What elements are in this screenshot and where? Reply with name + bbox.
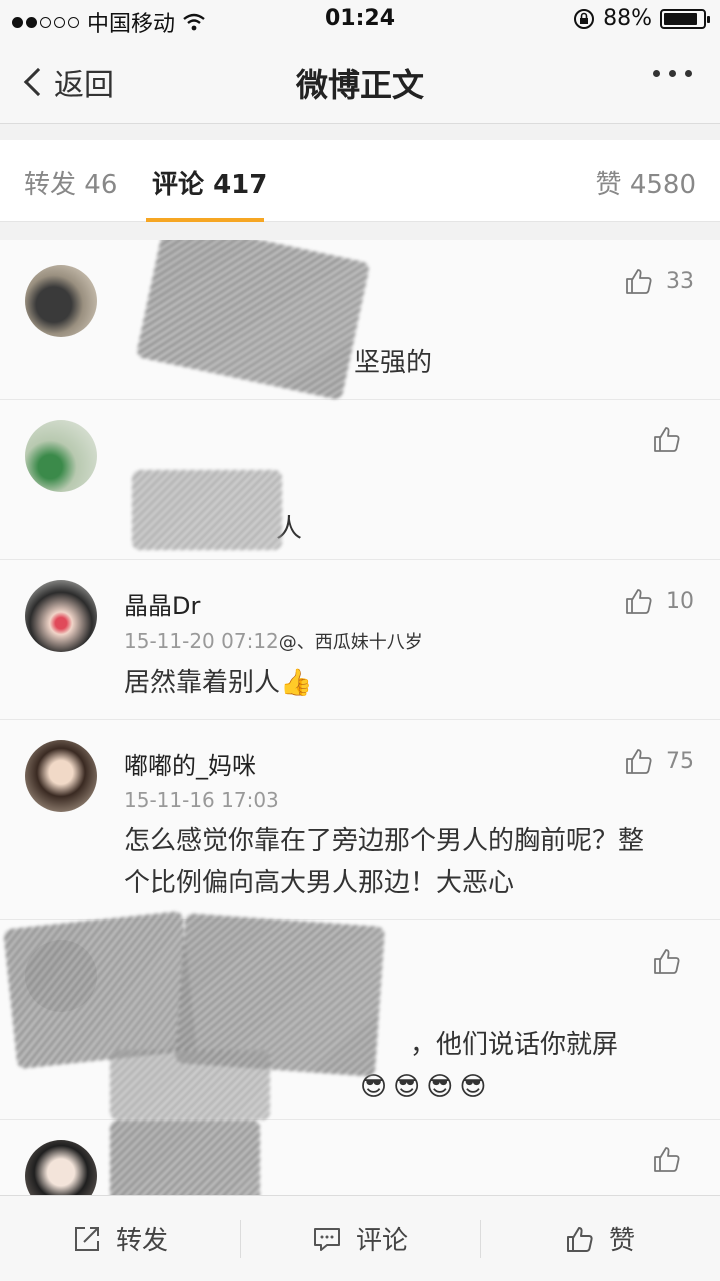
nav-bar: 返回 微博正文 [0,40,720,124]
comment-text: ，他们说话你就屏 [410,1030,619,1060]
comment-text: 人 [276,514,303,544]
redaction-scribble [132,470,282,550]
like-post-button[interactable]: 赞 [480,1196,720,1281]
redaction-scribble [3,910,197,1070]
battery-icon [660,8,710,29]
timestamp: 15-11-20 07:12@、西瓜妹十八岁 [124,628,423,654]
thumbs-up-icon [626,589,652,614]
comment-body: 居然靠着别人 [124,668,281,698]
tab-repost[interactable]: 转发 46 [24,164,117,201]
comment-item: 嘟嘟的_妈咪 15-11-16 17:03 怎么感觉你靠在了旁边那个男人的胸前呢… [0,720,720,920]
share-icon [74,1226,99,1251]
avatar[interactable] [25,265,97,337]
thumbs-up-icon [654,949,680,974]
username[interactable]: 晶晶Dr [124,586,200,621]
comment-item [0,1120,720,1195]
tab-like-count: 4580 [629,170,696,200]
status-bar: 中国移动 01:24 88% [0,0,720,40]
tab-repost-count: 46 [84,170,118,200]
avatar[interactable] [25,420,97,492]
reply-mention[interactable]: @、西瓜妹十八岁 [279,632,423,653]
comment-text: 居然靠着别人👍 [124,662,680,704]
like-button[interactable] [652,424,694,454]
repost-button[interactable]: 转发 [0,1196,240,1281]
redaction-scribble [135,240,371,401]
tab-repost-label: 转发 [24,170,77,200]
page-title: 微博正文 [295,66,424,104]
like-button[interactable]: 75 [624,746,694,776]
thumbs-up-emoji: 👍 [280,668,313,698]
thumbs-up-icon [626,749,652,774]
comment-item: 坚强的 33 [0,240,720,401]
like-count: 10 [666,588,694,614]
tab-like-label: 赞 [595,170,622,200]
comment-text: 怎么感觉你靠在了旁边那个男人的胸前呢？整个比例偏向高大男人那边！大恶心 [124,826,645,898]
tab-comment-label: 评论 [152,170,205,200]
active-tab-indicator [146,218,264,222]
like-button[interactable]: 10 [624,586,694,616]
redaction-scribble [110,1120,260,1195]
like-count: 33 [666,268,694,294]
like-button[interactable]: 33 [624,266,694,296]
thumbs-up-icon [566,1226,593,1252]
avatar[interactable] [25,740,97,812]
timestamp: 15-11-16 17:03 [124,788,279,812]
thumbs-up-icon [654,1147,680,1172]
comment-label: 评论 [355,1226,408,1256]
thumbs-up-icon [654,427,680,452]
tab-bar: 转发 46 评论 417 赞 4580 [0,140,720,222]
avatar[interactable] [25,1140,97,1195]
like-button[interactable] [652,1144,694,1174]
tab-comment-count: 417 [213,170,268,200]
thumbs-up-icon [626,269,652,294]
like-button[interactable] [652,946,694,976]
comment-list[interactable]: 坚强的 33 人 晶晶Dr 15-11-20 07:12@、西瓜妹十八岁 居然靠… [0,240,720,1195]
battery-fill [664,12,698,25]
repost-label: 转发 [115,1226,168,1256]
comment-text: 坚强的 [354,348,433,378]
tab-comment[interactable]: 评论 417 [152,164,267,201]
comment-item: 人 [0,400,720,560]
comment-button[interactable]: 评论 [240,1196,480,1281]
like-label: 赞 [608,1226,635,1256]
comment-item: 晶晶Dr 15-11-20 07:12@、西瓜妹十八岁 居然靠着别人👍 10 [0,560,720,720]
redaction-scribble [110,1050,270,1120]
comment-item: ，他们说话你就屏 😎😎😎😎 [0,910,720,1120]
more-options-icon[interactable] [653,70,692,77]
tab-like[interactable]: 赞 4580 [596,164,696,201]
avatar[interactable] [25,580,97,652]
like-count: 75 [666,748,694,774]
status-right: 88% [573,6,710,31]
emoji-row: 😎😎😎😎 [360,1072,493,1102]
comment-time: 15-11-20 07:12 [124,629,279,653]
rotation-lock-icon [574,8,595,29]
comment-icon [313,1227,340,1251]
bottom-action-bar: 转发 评论 赞 [0,1195,720,1281]
username[interactable]: 嘟嘟的_妈咪 [124,746,256,781]
battery-percent: 88% [603,6,652,31]
